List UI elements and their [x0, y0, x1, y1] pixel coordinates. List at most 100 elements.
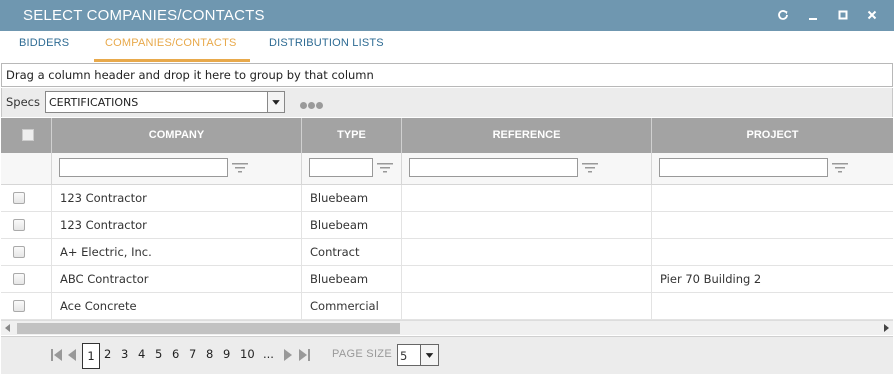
more-options-icon[interactable] — [300, 98, 324, 112]
specs-toolbar: Specs CERTIFICATIONS — [1, 88, 893, 117]
specs-label: Specs — [6, 95, 40, 109]
page-size-dropdown[interactable]: 5 — [397, 344, 439, 366]
group-by-drop-area[interactable]: Drag a column header and drop it here to… — [1, 63, 893, 87]
group-by-hint: Drag a column header and drop it here to… — [6, 68, 374, 82]
scroll-left-arrow-icon[interactable] — [5, 324, 10, 332]
scrollbar-thumb[interactable] — [17, 323, 400, 334]
chevron-down-icon[interactable] — [267, 92, 284, 112]
company-cell: Ace Concrete — [52, 293, 302, 320]
table-row[interactable]: Ace Concrete Commercial — [1, 293, 893, 320]
dialog-bottom-padding — [0, 374, 894, 383]
reference-filter-input[interactable] — [409, 158, 578, 177]
window-title: SELECT COMPANIES/CONTACTS — [23, 7, 265, 24]
company-cell: A+ Electric, Inc. — [52, 239, 302, 266]
row-checkbox[interactable] — [13, 219, 25, 231]
project-cell — [652, 293, 893, 320]
horizontal-scrollbar[interactable] — [1, 320, 893, 335]
page-size-value: 5 — [400, 349, 408, 363]
table-row[interactable]: ABC Contractor Bluebeam Pier 70 Building… — [1, 266, 893, 293]
specs-selected-value: CERTIFICATIONS — [49, 96, 139, 109]
tab-distribution-lists[interactable]: DISTRIBUTION LISTS — [269, 37, 384, 49]
row-select-cell — [1, 239, 52, 266]
project-cell — [652, 212, 893, 239]
refresh-icon[interactable] — [776, 8, 790, 22]
first-page-icon[interactable] — [50, 348, 64, 362]
tab-strip: BIDDERS COMPANIES/CONTACTS DISTRIBUTION … — [0, 31, 894, 63]
specs-dropdown[interactable]: CERTIFICATIONS — [45, 91, 285, 113]
row-checkbox[interactable] — [13, 192, 25, 204]
reference-cell — [402, 239, 652, 266]
filter-cell-type — [302, 153, 402, 185]
grid-filter-row — [1, 153, 893, 185]
page-number[interactable]: 10 — [240, 347, 255, 361]
reference-cell — [402, 266, 652, 293]
page-number[interactable]: 4 — [138, 347, 145, 361]
company-filter-input[interactable] — [59, 158, 228, 177]
select-all-header — [1, 118, 52, 153]
page-number[interactable]: 7 — [189, 347, 196, 361]
page-size-label: PAGE SIZE — [332, 348, 392, 360]
table-row[interactable]: 123 Contractor Bluebeam — [1, 212, 893, 239]
scroll-right-arrow-icon[interactable] — [884, 324, 889, 332]
column-header-company[interactable]: COMPANY — [52, 118, 302, 153]
maximize-icon[interactable] — [836, 8, 850, 22]
reference-cell — [402, 185, 652, 212]
column-header-reference[interactable]: REFERENCE — [402, 118, 652, 153]
row-checkbox[interactable] — [13, 273, 25, 285]
type-cell: Bluebeam — [302, 185, 402, 212]
column-header-type[interactable]: TYPE — [302, 118, 402, 153]
last-page-icon[interactable] — [297, 348, 311, 362]
tab-companies-contacts[interactable]: COMPANIES/CONTACTS — [105, 37, 237, 49]
filter-cell-company — [52, 153, 302, 185]
page-number[interactable]: 9 — [223, 347, 230, 361]
row-select-cell — [1, 185, 52, 212]
grid-header-row: COMPANY TYPE REFERENCE PROJECT — [1, 118, 893, 153]
row-select-cell — [1, 293, 52, 320]
filter-cell-project — [652, 153, 893, 185]
row-checkbox[interactable] — [13, 246, 25, 258]
page-ellipsis[interactable]: ... — [263, 347, 274, 361]
page-number[interactable]: 3 — [121, 347, 128, 361]
page-number[interactable]: 6 — [172, 347, 179, 361]
row-checkbox[interactable] — [13, 300, 25, 312]
select-all-checkbox[interactable] — [22, 129, 34, 141]
row-select-cell — [1, 212, 52, 239]
table-row[interactable]: A+ Electric, Inc. Contract — [1, 239, 893, 266]
page-number[interactable]: 8 — [206, 347, 213, 361]
project-filter-input[interactable] — [659, 158, 828, 177]
type-cell: Commercial — [302, 293, 402, 320]
project-cell: Pier 70 Building 2 — [660, 272, 762, 286]
table-row[interactable]: 123 Contractor Bluebeam — [1, 185, 893, 212]
filter-icon[interactable] — [377, 162, 393, 174]
filter-cell-empty — [1, 153, 52, 185]
pagination-bar: 1 2 3 4 5 6 7 8 9 10 ... PAGE SIZE 5 — [1, 336, 893, 374]
page-number[interactable]: 2 — [104, 347, 111, 361]
filter-cell-reference — [402, 153, 652, 185]
type-filter-input[interactable] — [309, 158, 373, 177]
previous-page-icon[interactable] — [65, 348, 79, 362]
next-page-icon[interactable] — [281, 348, 295, 362]
filter-icon[interactable] — [832, 162, 848, 174]
tab-bidders[interactable]: BIDDERS — [19, 37, 69, 49]
filter-icon[interactable] — [232, 162, 248, 174]
project-cell — [652, 185, 893, 212]
page-number[interactable]: 5 — [155, 347, 162, 361]
reference-cell — [402, 212, 652, 239]
page-number-current[interactable]: 1 — [82, 343, 100, 369]
column-header-project[interactable]: PROJECT — [652, 118, 893, 153]
row-select-cell — [1, 266, 52, 293]
project-cell — [652, 239, 893, 266]
active-tab-indicator — [94, 59, 250, 62]
company-cell: 123 Contractor — [52, 212, 302, 239]
company-cell: ABC Contractor — [52, 266, 302, 293]
type-cell: Bluebeam — [302, 212, 402, 239]
filter-icon[interactable] — [582, 162, 598, 174]
close-icon[interactable] — [865, 8, 879, 22]
chevron-down-icon[interactable] — [420, 345, 438, 365]
type-cell: Bluebeam — [302, 266, 402, 293]
company-cell: 123 Contractor — [52, 185, 302, 212]
window-titlebar: SELECT COMPANIES/CONTACTS — [0, 0, 894, 31]
type-cell: Contract — [302, 239, 402, 266]
minimize-icon[interactable] — [806, 8, 820, 22]
reference-cell — [402, 293, 652, 320]
